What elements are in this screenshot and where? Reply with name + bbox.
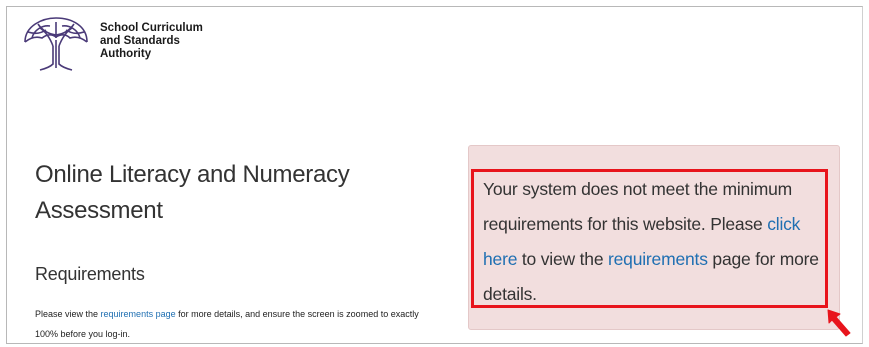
org-name-line-3: Authority xyxy=(100,48,152,60)
organization-name: School Curriculum and Standards Authorit… xyxy=(100,22,260,61)
page-title: Online Literacy and Numeracy Assessment xyxy=(35,161,350,224)
alert-highlight-box xyxy=(471,169,828,308)
pointer-arrow-icon xyxy=(827,309,851,337)
requirements-description: Please view the requirements page for mo… xyxy=(35,304,430,344)
scsa-logo xyxy=(24,17,88,71)
org-name-line-1: School Curriculum xyxy=(100,22,203,34)
requirements-heading: Requirements xyxy=(35,264,145,284)
requirements-page-link[interactable]: requirements page xyxy=(101,309,176,319)
org-name-line-2: and Standards xyxy=(100,35,180,47)
requirements-text-before: Please view the xyxy=(35,309,101,319)
